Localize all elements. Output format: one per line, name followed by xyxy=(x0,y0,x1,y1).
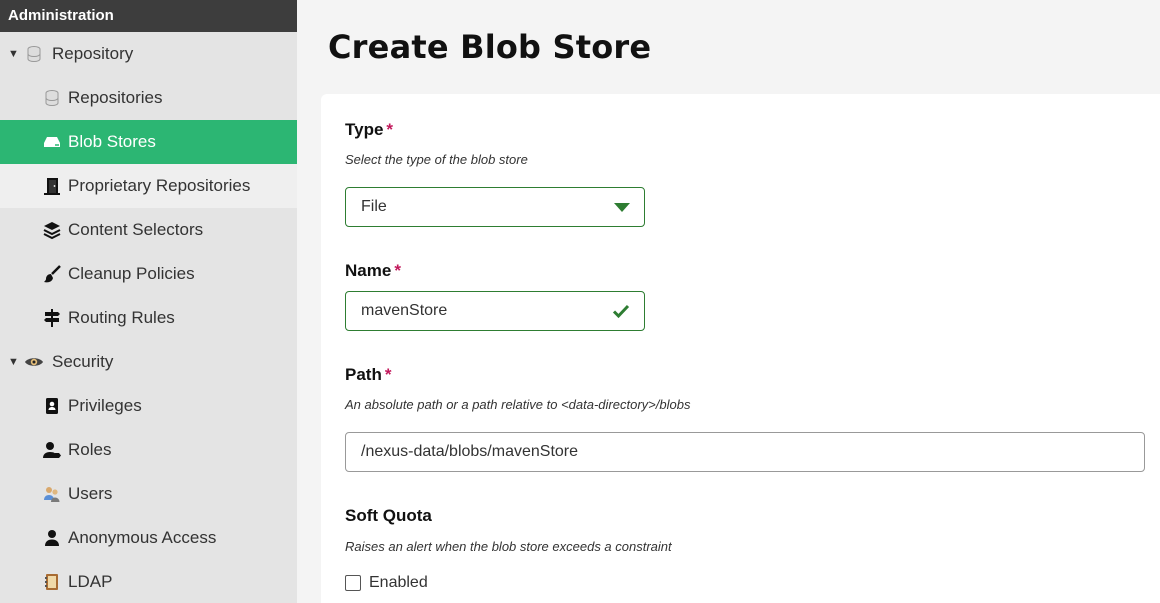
soft-quota-label: Soft Quota xyxy=(345,506,432,525)
sidebar-item-cleanup-policies[interactable]: Cleanup Policies xyxy=(0,252,297,296)
sidebar-item-label: Proprietary Repositories xyxy=(68,176,251,195)
type-label-text: Type xyxy=(345,120,384,139)
sidebar-item-label: Content Selectors xyxy=(68,220,204,239)
path-input[interactable]: /nexus-data/blobs/mavenStore xyxy=(345,432,1145,472)
sidebar-item-label: Repositories xyxy=(68,88,163,107)
sidebar-item-blob-stores[interactable]: Blob Stores xyxy=(0,120,297,164)
users-icon xyxy=(42,484,62,504)
brush-icon xyxy=(42,264,62,284)
sidebar-item-anonymous-access[interactable]: Anonymous Access xyxy=(0,516,297,560)
type-help: Select the type of the blob store xyxy=(345,152,528,167)
sidebar-item-label: Blob Stores xyxy=(68,132,156,151)
form-panel: Type * Select the type of the blob store … xyxy=(321,94,1160,603)
sidebar-item-label: LDAP xyxy=(68,572,113,591)
address-book-icon xyxy=(42,572,62,592)
database-icon xyxy=(24,44,44,64)
sidebar: Administration ▼ Repository Repositories… xyxy=(0,0,297,603)
name-input-value: mavenStore xyxy=(361,302,448,319)
main-content: Create Blob Store Type * Select the type … xyxy=(297,0,1160,603)
sidebar-item-privileges[interactable]: Privileges xyxy=(0,384,297,428)
name-input[interactable]: mavenStore xyxy=(345,291,645,331)
type-select[interactable]: File xyxy=(345,187,645,227)
sidebar-item-proprietary-repositories[interactable]: Proprietary Repositories xyxy=(0,164,297,208)
sidebar-item-label: Anonymous Access xyxy=(68,528,217,547)
nav-group-repository[interactable]: ▼ Repository xyxy=(0,32,297,76)
sidebar-item-content-selectors[interactable]: Content Selectors xyxy=(0,208,297,252)
user-tag-icon xyxy=(42,440,62,460)
caret-down-icon[interactable]: ▼ xyxy=(8,48,19,60)
name-label: Name * xyxy=(345,261,401,281)
soft-quota-enabled-checkbox[interactable] xyxy=(345,575,361,591)
sidebar-item-label: Cleanup Policies xyxy=(68,264,195,283)
path-label-text: Path xyxy=(345,365,382,384)
sidebar-item-users[interactable]: Users xyxy=(0,472,297,516)
page-title: Create Blob Store xyxy=(328,28,652,66)
sidebar-header: Administration xyxy=(0,0,297,32)
path-label: Path * xyxy=(345,365,391,385)
required-marker: * xyxy=(394,261,401,280)
caret-down-icon[interactable]: ▼ xyxy=(8,356,19,368)
sidebar-item-label: Privileges xyxy=(68,396,142,415)
required-marker: * xyxy=(384,365,392,384)
nav-group-security[interactable]: ▼ Security xyxy=(0,340,297,384)
hard-drive-icon xyxy=(42,132,62,152)
name-label-text: Name xyxy=(345,261,392,280)
user-icon xyxy=(42,528,62,548)
database-icon xyxy=(42,88,62,108)
checkmark-icon xyxy=(612,304,630,319)
signpost-icon xyxy=(42,308,62,328)
type-select-value: File xyxy=(361,198,387,215)
sidebar-item-label: Users xyxy=(68,484,113,503)
sidebar-item-roles[interactable]: Roles xyxy=(0,428,297,472)
sidebar-item-routing-rules[interactable]: Routing Rules xyxy=(0,296,297,340)
soft-quota-enabled-label[interactable]: Enabled xyxy=(369,574,428,592)
sidebar-item-label: Routing Rules xyxy=(68,308,175,327)
soft-quota-help: Raises an alert when the blob store exce… xyxy=(345,539,672,554)
type-label: Type * xyxy=(345,120,393,140)
soft-quota-enabled-row[interactable]: Enabled xyxy=(345,574,428,592)
nav-group-label: Security xyxy=(52,352,114,371)
path-help: An absolute path or a path relative to <… xyxy=(345,397,691,412)
layers-icon xyxy=(42,220,62,240)
door-icon xyxy=(42,176,62,196)
required-marker: * xyxy=(386,120,394,139)
sidebar-item-label: Roles xyxy=(68,440,112,459)
nav-group-label: Repository xyxy=(52,44,134,63)
id-badge-icon xyxy=(42,396,62,416)
eye-icon xyxy=(24,352,44,372)
sidebar-item-repositories[interactable]: Repositories xyxy=(0,76,297,120)
path-input-value: /nexus-data/blobs/mavenStore xyxy=(361,443,579,460)
sidebar-item-ldap[interactable]: LDAP xyxy=(0,560,297,603)
dropdown-arrow-icon[interactable] xyxy=(614,203,630,212)
